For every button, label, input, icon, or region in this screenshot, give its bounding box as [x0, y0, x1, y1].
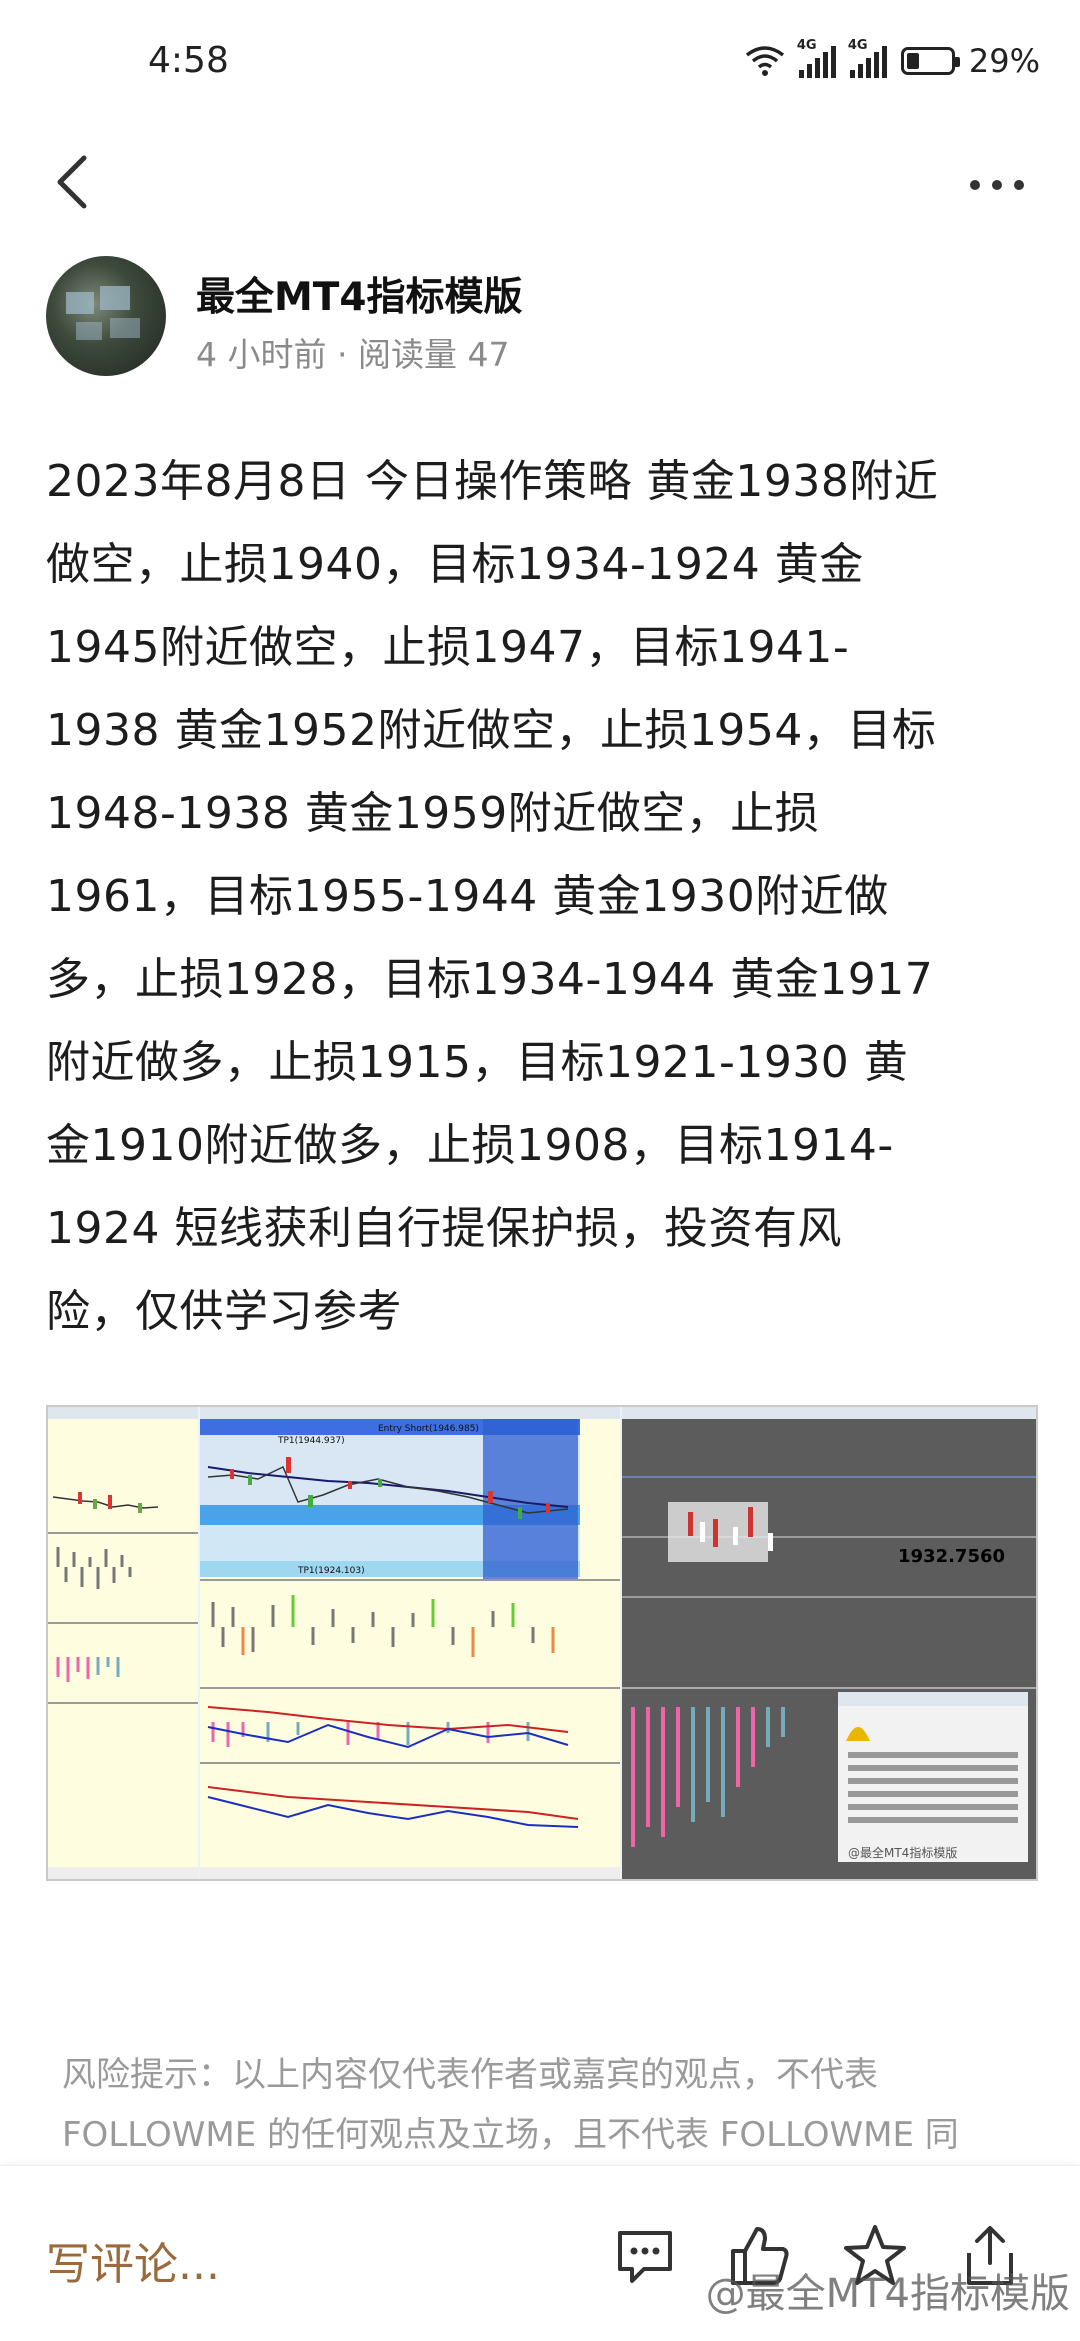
nav-bar	[0, 130, 1080, 240]
battery-percent: 29%	[968, 42, 1040, 80]
battery-icon	[900, 47, 960, 75]
post-meta: 4 小时前 · 阅读量 47	[196, 335, 510, 374]
article-line: 金1910附近做多，止损1908，目标1914-	[46, 1120, 894, 1171]
risk-disclaimer: 风险提示：以上内容仅代表作者或嘉宾的观点，不代表 FOLLOWME 的任何观点及…	[62, 2045, 1022, 2165]
disclaimer-line: 风险提示：以上内容仅代表作者或嘉宾的观点，不代表	[62, 2055, 878, 2095]
tp1-label: TP1(1944.937)	[277, 1436, 345, 1446]
article-line: 1948-1938 黄金1959附近做空，止损	[46, 788, 820, 839]
status-bar: 4:58 4G 4G 29%	[0, 0, 1080, 130]
avatar[interactable]	[46, 256, 166, 376]
article-line: 1924 短线获利自行提保护损，投资有风	[46, 1203, 842, 1254]
comment-input[interactable]: 写评论...	[46, 2228, 220, 2292]
comment-icon[interactable]	[610, 2221, 680, 2291]
article-line: 1938 黄金1952附近做空，止损1954，目标	[46, 705, 937, 756]
disclaimer-line: FOLLOWME 的任何观点及立场，且不代表 FOLLOWME 同	[62, 2115, 959, 2155]
article-body: 2023年8月8日 今日操作策略 黄金1938附近 做空，止损1940，目标19…	[46, 440, 1036, 1353]
article-line: 做空，止损1940，目标1934-1924 黄金	[46, 539, 864, 590]
network-label-1: 4G	[796, 38, 817, 53]
back-icon[interactable]	[46, 152, 106, 212]
article-line: 1945附近做空，止损1947，目标1941-	[46, 622, 850, 673]
more-options-button[interactable]	[970, 170, 1040, 200]
price-label: 1932.7560	[898, 1546, 1005, 1567]
entry-label: Entry Short(1946.985)	[378, 1424, 479, 1434]
article-line: 附近做多，止损1915，目标1921-1930 黄	[46, 1037, 909, 1088]
chart-collage: Entry Short(1946.985) TP1(1944.937) TP1(…	[48, 1407, 1036, 1879]
more-dot-icon	[1014, 180, 1024, 190]
image-watermark: @最全MT4指标模版	[848, 1845, 957, 1860]
more-dot-icon	[970, 180, 980, 190]
author-header: 最全MT4指标模版 4 小时前 · 阅读量 47	[46, 256, 1046, 386]
tp2-label: TP1(1924.103)	[297, 1566, 365, 1576]
wifi-icon	[745, 46, 784, 76]
bottom-action-bar: 写评论... @最全MT4指标模版	[0, 2165, 1080, 2341]
status-time: 4:58	[148, 40, 229, 81]
signal-icon-2: 4G	[848, 38, 887, 78]
author-name[interactable]: 最全MT4指标模版	[196, 266, 523, 322]
article-line: 险，仅供学习参考	[46, 1286, 402, 1337]
article-line: 多，止损1928，目标1934-1944 黄金1917	[46, 954, 934, 1005]
article-line: 1961，目标1955-1944 黄金1930附近做	[46, 871, 889, 922]
network-label-2: 4G	[847, 38, 868, 53]
more-dot-icon	[992, 180, 1002, 190]
trading-chart-image[interactable]: Entry Short(1946.985) TP1(1944.937) TP1(…	[46, 1405, 1038, 1881]
signal-icon-1: 4G	[797, 38, 836, 78]
system-icons: 4G 4G 29%	[745, 38, 1040, 80]
platform-watermark: @最全MT4指标模版	[705, 2271, 1070, 2317]
article-line: 2023年8月8日 今日操作策略 黄金1938附近	[46, 456, 939, 507]
